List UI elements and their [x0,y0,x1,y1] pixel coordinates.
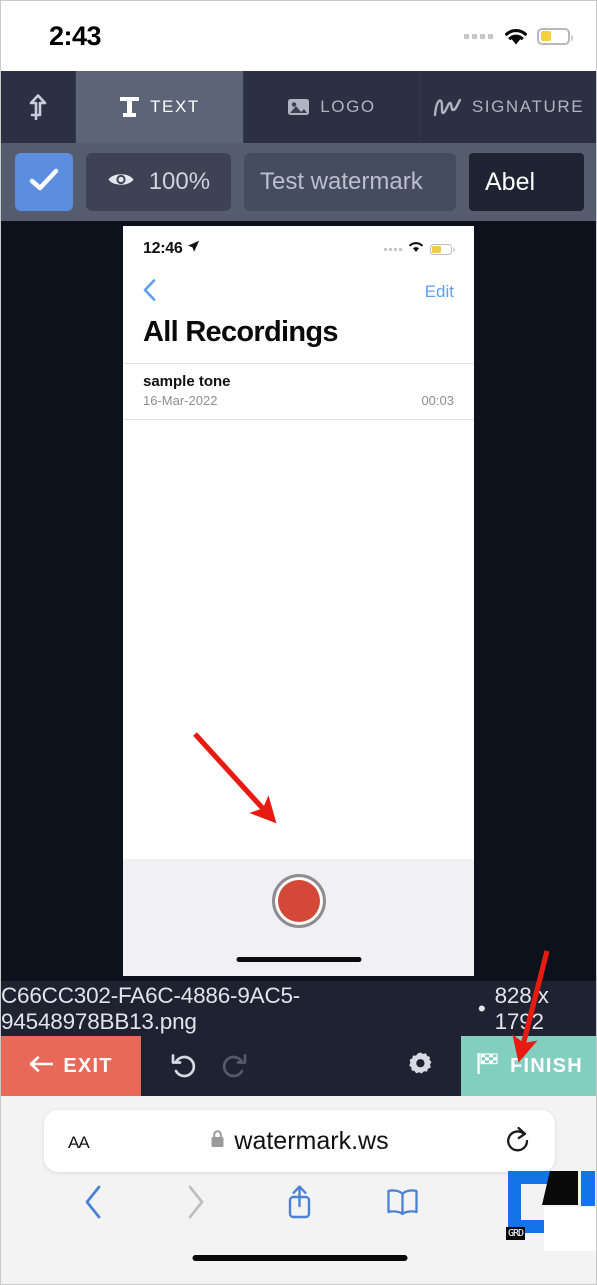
recordings-list: sample tone 16-Mar-2022 00:03 [123,363,474,420]
image-icon [287,97,310,117]
watermark-text-input[interactable]: Test watermark [244,153,456,211]
gear-icon [408,1051,433,1081]
undo-redo-group [141,1036,247,1096]
exit-button-label: EXIT [63,1054,113,1077]
tab-text[interactable]: TEXT [76,71,244,143]
ios-status-bar: 2:43 [1,1,596,71]
opacity-control[interactable]: 100% [86,153,231,211]
battery-icon [430,243,455,255]
editor-tabs: TEXT LOGO SIGNATURE [1,71,596,143]
list-item[interactable]: sample tone 16-Mar-2022 00:03 [123,364,474,420]
safari-back-button[interactable] [41,1185,144,1224]
file-separator: • [477,995,486,1021]
finish-button-label: FINISH [510,1054,583,1077]
watermark-enabled-checkbox[interactable] [15,153,73,211]
grd-logo-bar [581,1171,595,1206]
watermark-options-row: 100% Test watermark Abel [1,143,596,221]
app-screen: 2:43 TEXT LOGO SIGNATURE 100% Test water… [0,0,597,1285]
photo-nav-bar: Edit [123,272,474,312]
file-dimensions: 828 x 1792 [494,982,549,1034]
recording-date: 16-Mar-2022 [143,393,218,408]
battery-low-power-icon [537,27,573,45]
safari-url-bar[interactable]: AA watermark.ws [44,1110,555,1172]
photo-preview: 12:46 Edit All Recordings sample tone 16… [123,226,474,976]
file-info-bar: C66CC302-FA6C-4886-9AC5-94548978BB13.png… [1,981,596,1036]
photo-home-indicator [236,957,361,962]
tab-upload[interactable] [1,71,76,143]
upload-icon [27,94,49,120]
chevron-left-icon[interactable] [143,278,156,306]
status-bar-indicators [464,27,573,45]
photo-status-time: 12:46 [143,240,183,257]
recording-duration: 00:03 [421,393,454,408]
safari-bottom-bar: AA watermark.ws GRD [1,1096,596,1284]
arrow-left-icon [29,1055,54,1078]
tab-logo[interactable]: LOGO [244,71,420,143]
safari-share-button[interactable] [248,1184,351,1225]
tab-logo-label: LOGO [320,97,376,116]
signature-icon [433,96,462,118]
tab-text-label: TEXT [150,97,200,116]
opacity-value: 100% [148,168,211,195]
chevron-right-icon [186,1185,206,1224]
tab-signature-label: SIGNATURE [471,97,585,116]
photo-edit-button[interactable]: Edit [425,282,454,302]
safari-forward-button[interactable] [144,1185,247,1224]
grd-logo-mask [544,1207,596,1251]
lock-icon [210,1129,225,1153]
status-bar-time: 2:43 [49,20,102,51]
signal-dots-icon [384,247,402,251]
editor-toolbar: EXIT FINISH [1,1036,596,1096]
tab-signature[interactable]: SIGNATURE [420,71,596,143]
safari-url-center: watermark.ws [44,1127,555,1156]
eye-icon [107,170,135,194]
photo-status-bar: 12:46 [123,226,474,272]
share-icon [286,1184,313,1225]
settings-button[interactable] [408,1036,461,1096]
text-t-icon [119,96,140,118]
redo-icon[interactable] [220,1053,247,1080]
signal-dots-icon [464,33,493,39]
book-icon [386,1188,419,1221]
grd-logo-overlay: GRD [498,1171,596,1251]
recording-name: sample tone [143,373,231,390]
finish-button[interactable]: FINISH [461,1036,596,1096]
safari-url-text: watermark.ws [234,1126,389,1155]
exit-button[interactable]: EXIT [1,1036,141,1096]
font-selector[interactable]: Abel [469,153,584,211]
photo-status-indicators [384,240,455,258]
chevron-left-icon [83,1185,103,1224]
undo-icon[interactable] [171,1053,198,1080]
safari-home-indicator [192,1255,407,1261]
checkered-flag-icon [476,1052,500,1080]
wifi-icon [408,240,424,258]
grd-logo-label: GRD [506,1227,526,1240]
photo-page-title: All Recordings [143,316,339,348]
record-button[interactable] [271,874,326,928]
photo-record-footer [123,859,474,976]
file-name: C66CC302-FA6C-4886-9AC5-94548978BB13.png [1,982,301,1034]
safari-bookmarks-button[interactable] [351,1188,454,1221]
location-arrow-icon [187,240,200,258]
editor-canvas[interactable]: 12:46 Edit All Recordings sample tone 16… [1,221,596,981]
wifi-icon [503,27,527,45]
checkmark-icon [29,168,59,197]
